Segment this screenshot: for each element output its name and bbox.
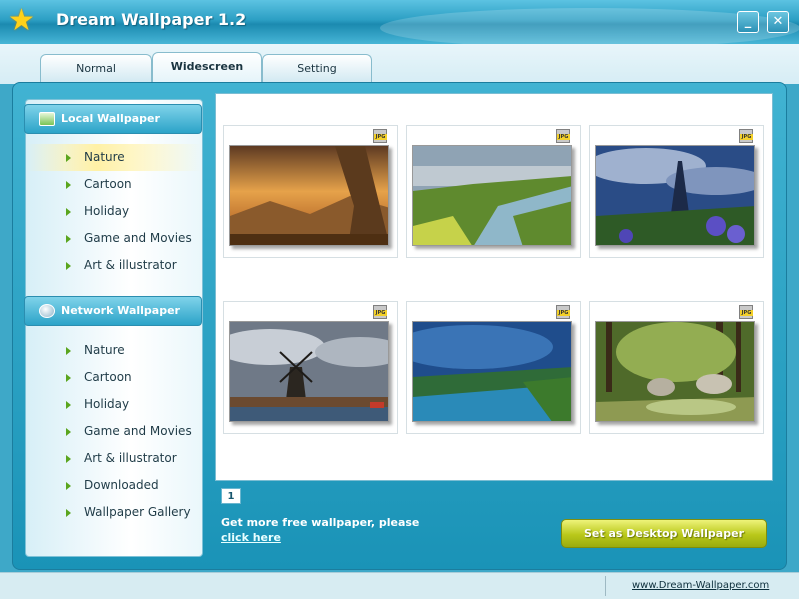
sidebar-item-label: Cartoon xyxy=(84,370,132,384)
sidebar-item-label: Nature xyxy=(84,343,125,357)
main-panel: Local Wallpaper Nature Cartoon Holiday G… xyxy=(12,82,787,570)
sidebar-item-label: Game and Movies xyxy=(84,424,192,438)
network-wallpaper-title: Network Wallpaper xyxy=(61,304,180,317)
wallpaper-card[interactable]: JPG xyxy=(406,301,581,434)
status-divider xyxy=(605,576,606,596)
sidebar-item-network-nature[interactable]: Nature xyxy=(26,337,202,364)
sidebar-item-local-nature[interactable]: Nature xyxy=(26,144,202,171)
jpg-file-icon: JPG xyxy=(373,129,387,143)
jpg-badge-label: JPG xyxy=(557,134,570,140)
sidebar-item-label: Holiday xyxy=(84,204,130,218)
close-button[interactable]: ✕ xyxy=(767,11,789,33)
arrow-right-icon xyxy=(66,374,71,382)
network-wallpaper-header[interactable]: Network Wallpaper xyxy=(24,296,202,326)
wallpaper-card[interactable]: JPG xyxy=(589,125,764,258)
wallpaper-thumbnail-windmill xyxy=(229,321,389,422)
sidebar: Local Wallpaper Nature Cartoon Holiday G… xyxy=(24,99,203,557)
wallpaper-gallery: JPG JPG JPG JPG JPG JPG xyxy=(215,93,773,481)
arrow-right-icon xyxy=(66,208,71,216)
wallpaper-thumbnail-eiffel-tower xyxy=(595,145,755,246)
star-icon: ★ xyxy=(8,3,35,38)
local-wallpaper-title: Local Wallpaper xyxy=(61,112,160,125)
status-bar: www.Dream-Wallpaper.com xyxy=(0,572,799,599)
tab-strip: Normal Widescreen Setting xyxy=(0,44,799,84)
website-link[interactable]: www.Dream-Wallpaper.com xyxy=(632,580,769,591)
jpg-badge-label: JPG xyxy=(740,310,753,316)
sidebar-item-local-art-illustrator[interactable]: Art & illustrator xyxy=(26,252,202,279)
wallpaper-thumbnail-blue-river xyxy=(412,321,572,422)
local-wallpaper-header[interactable]: Local Wallpaper xyxy=(24,104,202,134)
sidebar-item-local-game-and-movies[interactable]: Game and Movies xyxy=(26,225,202,252)
tab-normal[interactable]: Normal xyxy=(40,54,152,84)
app-window: ★ Dream Wallpaper 1.2 _ ✕ Normal Widescr… xyxy=(0,0,799,599)
tab-widescreen[interactable]: Widescreen xyxy=(152,52,262,84)
arrow-right-icon xyxy=(66,235,71,243)
sidebar-item-label: Art & illustrator xyxy=(84,258,177,272)
sidebar-item-wallpaper-gallery[interactable]: Wallpaper Gallery xyxy=(26,499,202,526)
arrow-right-icon xyxy=(66,455,71,463)
wallpaper-card[interactable]: JPG xyxy=(406,125,581,258)
sidebar-item-network-game-and-movies[interactable]: Game and Movies xyxy=(26,418,202,445)
globe-icon xyxy=(39,304,55,318)
sidebar-item-label: Holiday xyxy=(84,397,130,411)
arrow-right-icon xyxy=(66,401,71,409)
arrow-right-icon xyxy=(66,181,71,189)
wallpaper-thumbnail-river-valley xyxy=(412,145,572,246)
sidebar-item-network-cartoon[interactable]: Cartoon xyxy=(26,364,202,391)
sidebar-item-label: Downloaded xyxy=(84,478,159,492)
page-number[interactable]: 1 xyxy=(221,488,241,504)
sidebar-item-label: Game and Movies xyxy=(84,231,192,245)
sidebar-item-label: Art & illustrator xyxy=(84,451,177,465)
jpg-file-icon: JPG xyxy=(739,129,753,143)
jpg-file-icon: JPG xyxy=(556,305,570,319)
minimize-button[interactable]: _ xyxy=(737,11,759,33)
arrow-right-icon xyxy=(66,347,71,355)
jpg-badge-label: JPG xyxy=(740,134,753,140)
jpg-file-icon: JPG xyxy=(739,305,753,319)
wallpaper-thumbnail-forest-stream xyxy=(595,321,755,422)
jpg-file-icon: JPG xyxy=(556,129,570,143)
sidebar-item-label: Wallpaper Gallery xyxy=(84,505,191,519)
network-category-list: Nature Cartoon Holiday Game and Movies A… xyxy=(26,337,202,526)
window-title: Dream Wallpaper 1.2 xyxy=(56,10,247,29)
sidebar-item-network-holiday[interactable]: Holiday xyxy=(26,391,202,418)
arrow-right-icon xyxy=(66,154,71,162)
wallpaper-card[interactable]: JPG xyxy=(223,301,398,434)
sidebar-item-downloaded[interactable]: Downloaded xyxy=(26,472,202,499)
jpg-badge-label: JPG xyxy=(557,310,570,316)
jpg-badge-label: JPG xyxy=(374,134,387,140)
arrow-right-icon xyxy=(66,509,71,517)
tab-setting[interactable]: Setting xyxy=(262,54,372,84)
jpg-file-icon: JPG xyxy=(373,305,387,319)
sidebar-item-network-art-illustrator[interactable]: Art & illustrator xyxy=(26,445,202,472)
click-here-link[interactable]: click here xyxy=(221,531,281,544)
local-folder-icon xyxy=(39,112,55,126)
arrow-right-icon xyxy=(66,262,71,270)
wallpaper-card[interactable]: JPG xyxy=(589,301,764,434)
wallpaper-card[interactable]: JPG xyxy=(223,125,398,258)
local-category-list: Nature Cartoon Holiday Game and Movies A… xyxy=(26,144,202,279)
arrow-right-icon xyxy=(66,428,71,436)
sidebar-item-label: Nature xyxy=(84,150,125,164)
jpg-badge-label: JPG xyxy=(374,310,387,316)
promo-text: Get more free wallpaper, please xyxy=(221,516,420,529)
sidebar-item-local-holiday[interactable]: Holiday xyxy=(26,198,202,225)
set-desktop-wallpaper-button[interactable]: Set as Desktop Wallpaper xyxy=(561,519,767,548)
sidebar-item-label: Cartoon xyxy=(84,177,132,191)
wallpaper-thumbnail-sunset-tree xyxy=(229,145,389,246)
sidebar-item-local-cartoon[interactable]: Cartoon xyxy=(26,171,202,198)
arrow-right-icon xyxy=(66,482,71,490)
title-bar[interactable]: ★ Dream Wallpaper 1.2 _ ✕ xyxy=(0,0,799,48)
